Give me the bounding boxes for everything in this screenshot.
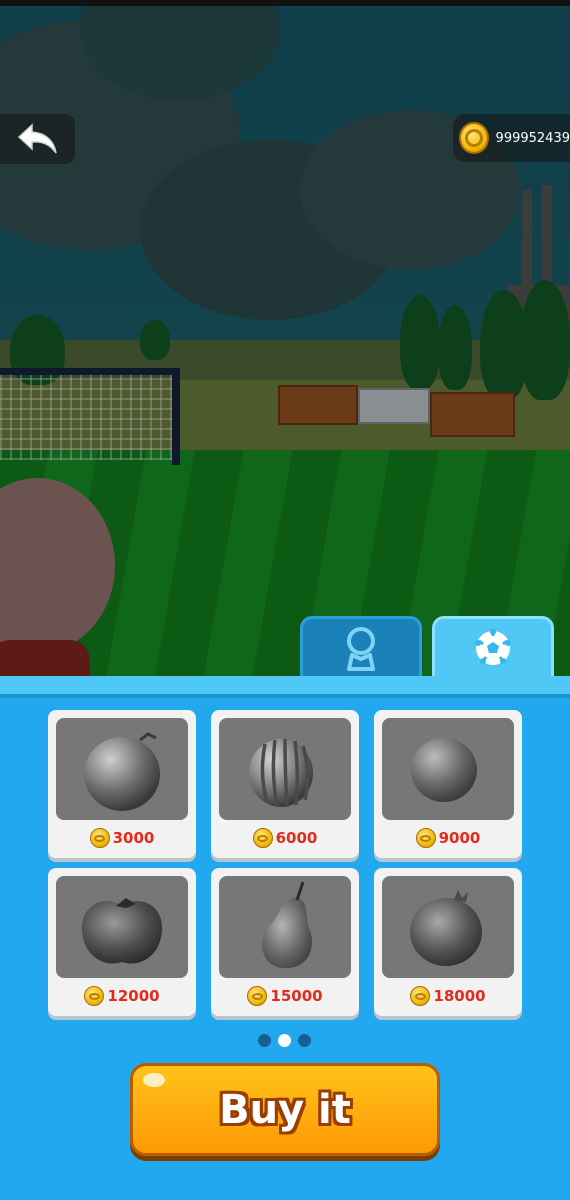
- item-preview: [219, 718, 351, 820]
- buy-button-label: Buy it: [219, 1086, 351, 1133]
- price-row: 3000: [48, 826, 196, 850]
- goal-net: [0, 375, 178, 460]
- gold-coin-icon: [247, 986, 268, 1006]
- stone-block: [358, 388, 430, 424]
- item-price: 18000: [433, 987, 486, 1005]
- panel-header-strip: [0, 676, 570, 694]
- pomegranate-ball-icon: [410, 890, 482, 966]
- tree: [400, 295, 440, 390]
- shop-item-card[interactable]: 15000: [211, 868, 359, 1016]
- gold-coin-icon: [459, 122, 489, 154]
- item-price: 9000: [438, 829, 481, 847]
- apple-ball-icon: [81, 898, 163, 964]
- gold-coin-icon: [84, 986, 105, 1006]
- price-row: 18000: [374, 984, 522, 1008]
- gold-coin-icon: [410, 986, 431, 1006]
- price-row: 6000: [211, 826, 359, 850]
- item-preview: [382, 876, 514, 978]
- watermelon-ball-icon: [249, 738, 313, 808]
- page-indicator: [258, 1034, 311, 1047]
- tree: [438, 305, 472, 390]
- game-scene-background: [0, 0, 570, 676]
- factory-chimney: [522, 190, 532, 300]
- character-skin-icon: [347, 626, 375, 671]
- page-dot-3[interactable]: [298, 1034, 311, 1047]
- wooden-crate: [278, 385, 358, 425]
- tab-balls[interactable]: [432, 616, 554, 676]
- back-button[interactable]: [0, 114, 75, 164]
- item-preview: [56, 718, 188, 820]
- page-dot-1[interactable]: [258, 1034, 271, 1047]
- shop-item-card[interactable]: 18000: [374, 868, 522, 1016]
- coin-amount: 999952439: [495, 130, 570, 146]
- coin-balance: 999952439: [453, 114, 570, 162]
- shop-item-card[interactable]: 9000: [374, 710, 522, 858]
- wooden-crate: [430, 392, 515, 437]
- gold-coin-icon: [89, 828, 110, 848]
- shop-panel: 3000 6000 9000 12000 15000 18000 Buy it: [0, 676, 570, 1200]
- pear-ball-icon: [262, 881, 312, 969]
- price-row: 9000: [374, 826, 522, 850]
- gold-coin-icon: [415, 828, 436, 848]
- back-arrow-icon: [17, 123, 57, 154]
- price-row: 12000: [48, 984, 196, 1008]
- item-preview: [56, 876, 188, 978]
- item-preview: [219, 876, 351, 978]
- page-dot-2-active[interactable]: [278, 1034, 291, 1047]
- panel-header-shadow: [0, 694, 570, 698]
- soccer-ball-icon: [475, 628, 511, 665]
- button-shine: [143, 1073, 165, 1087]
- goal-crossbar: [0, 368, 180, 375]
- item-price: 6000: [275, 829, 318, 847]
- item-price: 12000: [107, 987, 160, 1005]
- item-price: 15000: [270, 987, 323, 1005]
- shop-item-card[interactable]: 3000: [48, 710, 196, 858]
- shop-item-card[interactable]: 6000: [211, 710, 359, 858]
- orange-ball-icon: [84, 732, 160, 811]
- item-preview: [382, 718, 514, 820]
- tree: [520, 280, 570, 400]
- tab-character-skins[interactable]: [300, 616, 422, 676]
- gold-coin-icon: [252, 828, 273, 848]
- tree: [140, 320, 170, 360]
- price-row: 15000: [211, 984, 359, 1008]
- goal-post: [172, 368, 180, 465]
- buy-button[interactable]: Buy it: [130, 1063, 440, 1156]
- round-fruit-ball-icon: [411, 738, 477, 802]
- player-shirt: [0, 640, 90, 676]
- item-price: 3000: [112, 829, 155, 847]
- status-bar: [0, 0, 570, 6]
- shop-item-card[interactable]: 12000: [48, 868, 196, 1016]
